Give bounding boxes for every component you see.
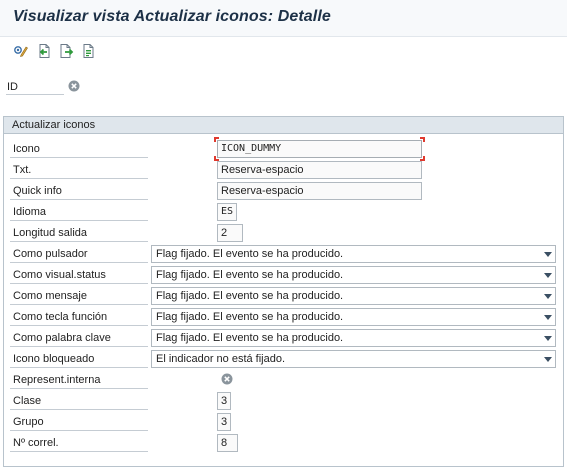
icono-field[interactable]: ICON_DUMMY [217, 140, 422, 158]
chevron-down-icon[interactable] [544, 294, 552, 299]
n-correl-label: Nº correl. [13, 437, 59, 449]
row-icono: Icono ICON_DUMMY [4, 137, 563, 161]
row-divider [10, 220, 148, 221]
icono-label: Icono [13, 143, 40, 155]
txt-label: Txt. [13, 164, 32, 176]
row-divider [10, 451, 148, 452]
quick-info-label: Quick info [13, 185, 62, 197]
longitud-salida-field[interactable]: 2 [217, 224, 243, 242]
row-divider [10, 241, 148, 242]
como-tecla-funcion-label: Como tecla función [13, 311, 108, 323]
represent-interna-label: Represent.interna [13, 374, 101, 386]
row-divider [10, 283, 148, 284]
row-divider [10, 199, 148, 200]
grupo-field[interactable]: 3 [217, 413, 231, 431]
idioma-field[interactable]: ES [217, 203, 237, 221]
row-como-visual-status: Como visual.status Flag fijado. El event… [4, 265, 563, 285]
como-visual-status-value: Flag fijado. El evento se ha producido. [156, 269, 344, 281]
n-correl-field[interactable]: 8 [217, 434, 238, 452]
como-tecla-funcion-value: Flag fijado. El evento se ha producido. [156, 311, 344, 323]
application-toolbar [0, 37, 567, 65]
row-n-correl: Nº correl. 8 [4, 433, 563, 453]
row-como-pulsador: Como pulsador Flag fijado. El evento se … [4, 244, 563, 264]
idioma-label: Idioma [13, 206, 47, 218]
como-palabra-clave-value: Flag fijado. El evento se ha producido. [156, 332, 344, 344]
display-change-icon [13, 43, 29, 59]
quick-info-field[interactable]: Reserva-espacio [217, 182, 422, 200]
chevron-down-icon[interactable] [544, 336, 552, 341]
como-pulsador-value: Flag fijado. El evento se ha producido. [156, 248, 344, 260]
display-change-button[interactable] [12, 42, 30, 60]
txt-field[interactable]: Reserva-espacio [217, 161, 422, 179]
row-icono-bloqueado: Icono bloqueado El indicador no está fij… [4, 349, 563, 369]
title-bar: Visualizar vista Actualizar iconos: Deta… [0, 0, 567, 37]
row-divider [10, 262, 148, 263]
row-longitud-salida: Longitud salida 2 [4, 223, 563, 243]
group-header: Actualizar iconos [4, 117, 563, 134]
como-tecla-funcion-dropdown[interactable]: Flag fijado. El evento se ha producido. [151, 308, 556, 326]
icono-bloqueado-value: El indicador no está fijado. [156, 353, 286, 365]
focus-corner [420, 137, 425, 142]
grupo-label: Grupo [13, 416, 44, 428]
icono-bloqueado-dropdown[interactable]: El indicador no está fijado. [151, 350, 556, 368]
chevron-down-icon[interactable] [544, 273, 552, 278]
key-row: ID [0, 72, 567, 98]
como-palabra-clave-label: Como palabra clave [13, 332, 111, 344]
row-divider [10, 388, 148, 389]
como-visual-status-label: Como visual.status [13, 269, 106, 281]
chevron-down-icon[interactable] [544, 357, 552, 362]
select-entry-icon [81, 43, 97, 59]
clase-label: Clase [13, 395, 42, 407]
row-divider [10, 157, 148, 158]
como-pulsador-label: Como pulsador [13, 248, 88, 260]
como-pulsador-dropdown[interactable]: Flag fijado. El evento se ha producido. [151, 245, 556, 263]
row-grupo: Grupo 3 [4, 412, 563, 432]
page-title: Visualizar vista Actualizar iconos: Deta… [13, 8, 331, 25]
chevron-down-icon[interactable] [544, 252, 552, 257]
row-quick-info: Quick info Reserva-espacio [4, 181, 563, 201]
id-label: ID [7, 81, 18, 93]
next-entry-icon [59, 43, 75, 59]
select-entry-button[interactable] [80, 42, 98, 60]
como-mensaje-label: Como mensaje [13, 290, 87, 302]
row-divider [10, 178, 148, 179]
row-divider [10, 430, 148, 431]
icono-bloqueado-label: Icono bloqueado [13, 353, 95, 365]
row-txt: Txt. Reserva-espacio [4, 160, 563, 180]
next-entry-button[interactable] [58, 42, 76, 60]
clear-icon[interactable] [68, 80, 80, 92]
id-underline [6, 94, 64, 95]
row-como-tecla-funcion: Como tecla función Flag fijado. El event… [4, 307, 563, 327]
como-mensaje-value: Flag fijado. El evento se ha producido. [156, 290, 344, 302]
chevron-down-icon[interactable] [544, 315, 552, 320]
row-como-mensaje: Como mensaje Flag fijado. El evento se h… [4, 286, 563, 306]
row-divider [10, 367, 148, 368]
group-title: Actualizar iconos [12, 119, 96, 131]
focus-corner [214, 137, 219, 142]
longitud-salida-label: Longitud salida [13, 227, 88, 239]
previous-entry-icon [36, 43, 52, 59]
row-divider [10, 346, 148, 347]
clase-field[interactable]: 3 [217, 392, 231, 410]
row-clase: Clase 3 [4, 391, 563, 411]
clear-icon[interactable] [221, 373, 233, 385]
como-visual-status-dropdown[interactable]: Flag fijado. El evento se ha producido. [151, 266, 556, 284]
como-palabra-clave-dropdown[interactable]: Flag fijado. El evento se ha producido. [151, 329, 556, 347]
row-divider [10, 325, 148, 326]
row-divider [10, 409, 148, 410]
row-como-palabra-clave: Como palabra clave Flag fijado. El event… [4, 328, 563, 348]
como-mensaje-dropdown[interactable]: Flag fijado. El evento se ha producido. [151, 287, 556, 305]
row-divider [10, 304, 148, 305]
row-represent-interna: Represent.interna [4, 370, 563, 390]
row-idioma: Idioma ES [4, 202, 563, 222]
previous-entry-button[interactable] [35, 42, 53, 60]
actualizar-iconos-group: Actualizar iconos Icono ICON_DUMMY Txt. … [3, 116, 564, 467]
